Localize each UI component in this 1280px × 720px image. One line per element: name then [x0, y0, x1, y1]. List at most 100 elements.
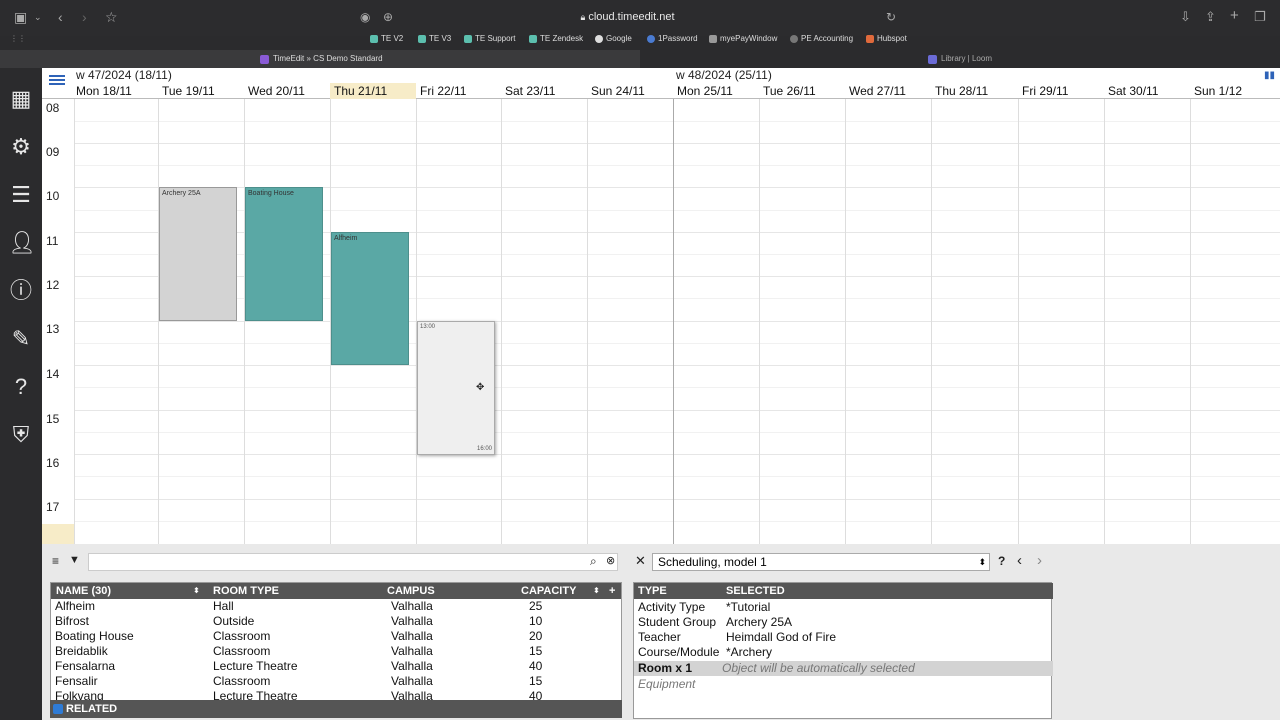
select-arrows-icon: ⬍ — [978, 557, 986, 567]
day-header-row: Mon 18/11 Tue 19/11 Wed 20/11 Thu 21/11 … — [42, 83, 1280, 99]
day-header[interactable]: Sat 30/11 — [1104, 83, 1190, 99]
list-icon[interactable]: ☰ — [8, 182, 34, 208]
apps-icon[interactable]: ⋮⋮ — [10, 34, 26, 43]
clear-icon[interactable]: ⊗ — [606, 554, 615, 567]
info-icon[interactable]: ⓘ — [8, 278, 34, 304]
table-row[interactable]: Breidablik Classroom Valhalla 15 — [51, 644, 621, 659]
day-header[interactable]: Wed 27/11 — [845, 83, 931, 99]
day-header[interactable]: Mon 18/11 — [72, 83, 158, 99]
edit-icon[interactable]: ✎ — [8, 326, 34, 352]
bookmark[interactable]: Hubspot — [866, 34, 907, 43]
day-header[interactable]: Tue 26/11 — [759, 83, 845, 99]
scheduling-model-select[interactable]: Scheduling, model 1 ⬍ — [652, 553, 990, 571]
help-icon[interactable]: ? — [998, 554, 1005, 568]
day-header[interactable]: Fri 22/11 — [416, 83, 502, 99]
sidebar-toggle-icon[interactable]: ▣ — [14, 9, 27, 26]
scheduling-table: TYPE SELECTED Activity Type *Tutorial St… — [633, 582, 1053, 719]
week-label: w 47/2024 (18/11) — [76, 68, 172, 82]
lock-icon: 🔒︎ — [580, 12, 586, 22]
table-row[interactable]: Fensalarna Lecture Theatre Valhalla 40 — [51, 659, 621, 674]
table-row[interactable]: Boating House Classroom Valhalla 20 — [51, 629, 621, 644]
help-icon[interactable]: ? — [8, 374, 34, 400]
hubspot-icon — [866, 34, 874, 43]
bookmark[interactable]: TE V3 — [418, 34, 451, 43]
tab-loom[interactable]: Library | Loom — [640, 50, 1280, 68]
timeedit-icon — [260, 54, 269, 64]
time-grid[interactable]: Archery 25A Boating House Alfheim 13:00 … — [74, 99, 1280, 544]
new-reservation-block[interactable]: 13:00 ✥ 16:00 — [417, 321, 495, 455]
menu-icon[interactable]: ≡ — [52, 554, 59, 568]
day-header[interactable]: Fri 29/11 — [1018, 83, 1104, 99]
bookmark[interactable]: PE Accounting — [790, 34, 853, 43]
tab-overview-icon[interactable]: ❐ — [1254, 9, 1266, 25]
back-icon[interactable]: ‹ — [58, 9, 63, 25]
column-header[interactable]: CAPACITY — [521, 583, 577, 599]
day-header-today[interactable]: Thu 21/11 — [330, 83, 416, 99]
user-icon[interactable]: 👤︎ — [8, 230, 36, 256]
bookmark[interactable]: TE V2 — [370, 34, 403, 43]
bookmark-icon — [418, 34, 426, 43]
day-header[interactable]: Sat 23/11 — [501, 83, 587, 99]
day-header[interactable]: Sun 24/11 — [587, 83, 673, 99]
calendar-event[interactable]: Alfheim — [331, 232, 409, 365]
bookmark[interactable]: 1Password — [647, 34, 698, 43]
bookmark[interactable]: Google — [595, 34, 632, 43]
sort-icon[interactable]: ⬍ — [193, 583, 200, 599]
table-row[interactable]: Fensalir Classroom Valhalla 15 — [51, 674, 621, 689]
scheduling-panel: ✕ Scheduling, model 1 ⬍ ? ‹ › TYPE SELEC… — [632, 552, 1053, 719]
bookmark[interactable]: TE Support — [464, 34, 515, 43]
tab-timeedit[interactable]: TimeEdit » CS Demo Standard — [0, 50, 640, 68]
scheduling-row[interactable]: Equipment — [634, 677, 1053, 692]
scheduling-row-selected[interactable]: Room x 1 Object will be automatically se… — [634, 661, 1053, 676]
share-icon[interactable]: ⇪ — [1205, 9, 1216, 25]
chevron-down-icon[interactable]: ⌄ — [34, 12, 42, 23]
hour-label: 11 — [46, 234, 59, 248]
column-header[interactable]: CAMPUS — [387, 583, 435, 599]
day-header[interactable]: Sun 1/12 — [1190, 83, 1276, 99]
column-header[interactable]: ROOM TYPE — [213, 583, 280, 599]
app-sidebar: ▦ ⚙ ☰ 👤︎ ⓘ ✎ ? ⛨ — [0, 68, 42, 720]
week-label: w 48/2024 (25/11) — [676, 68, 772, 82]
object-table: NAME (30) ⬍ ROOM TYPE CAMPUS CAPACITY ⬍ … — [50, 582, 622, 706]
search-icon[interactable]: ⌕ — [590, 554, 597, 569]
related-toggle[interactable]: RELATED — [50, 700, 622, 718]
calendar-event[interactable]: Archery 25A — [159, 187, 237, 321]
calendar-view: w 47/2024 (18/11) w 48/2024 (25/11) ▮▮ M… — [42, 68, 1280, 544]
gear-icon[interactable]: ⚙ — [8, 134, 34, 160]
scheduling-header: TYPE SELECTED — [634, 583, 1053, 599]
calendar-icon[interactable]: ▦ — [8, 86, 34, 112]
day-header[interactable]: Tue 19/11 — [158, 83, 244, 99]
event-end-time: 16:00 — [476, 446, 492, 452]
day-header[interactable]: Thu 28/11 — [931, 83, 1017, 99]
bookmark[interactable]: TE Zendesk — [529, 34, 583, 43]
add-icon[interactable]: + — [609, 583, 616, 599]
shield-icon[interactable]: ⛨ — [8, 422, 34, 448]
download-icon[interactable]: ⇩ — [1180, 9, 1191, 25]
chart-icon[interactable]: ▮▮ — [1264, 70, 1275, 81]
day-header[interactable]: Mon 25/11 — [673, 83, 759, 99]
scheduling-row[interactable]: Teacher Heimdall God of Fire — [634, 630, 1053, 645]
close-icon[interactable]: ✕ — [635, 553, 646, 569]
sort-icon[interactable]: ⬍ — [593, 583, 600, 599]
day-header[interactable]: Wed 20/11 — [244, 83, 330, 99]
scheduling-row[interactable]: Activity Type *Tutorial — [634, 600, 1053, 615]
bookmark[interactable]: myePayWindow — [709, 34, 777, 43]
column-header[interactable]: NAME (30) — [56, 583, 112, 599]
url-bar[interactable]: 🔒︎ cloud.timeedit.net — [355, 6, 900, 28]
scheduling-row[interactable]: Student Group Archery 25A — [634, 615, 1053, 630]
filter-icon[interactable]: ▼ — [69, 554, 80, 566]
table-row[interactable]: Alfheim Hall Valhalla 25 — [51, 599, 621, 614]
object-search-input[interactable] — [88, 553, 618, 571]
checkbox[interactable] — [53, 704, 63, 714]
previous-icon[interactable]: ‹ — [1017, 552, 1022, 569]
next-icon[interactable]: › — [1037, 552, 1042, 569]
new-tab-icon[interactable]: + — [1230, 7, 1239, 24]
star-icon[interactable]: ☆ — [105, 9, 118, 26]
reload-icon[interactable]: ↻ — [886, 10, 896, 24]
current-time-marker — [42, 524, 74, 544]
calendar-event[interactable]: Boating House — [245, 187, 323, 321]
forward-icon[interactable]: › — [82, 9, 87, 25]
hour-label: 17 — [46, 500, 60, 514]
scheduling-row[interactable]: Course/Module *Archery — [634, 645, 1053, 660]
table-row[interactable]: Bifrost Outside Valhalla 10 — [51, 614, 621, 629]
